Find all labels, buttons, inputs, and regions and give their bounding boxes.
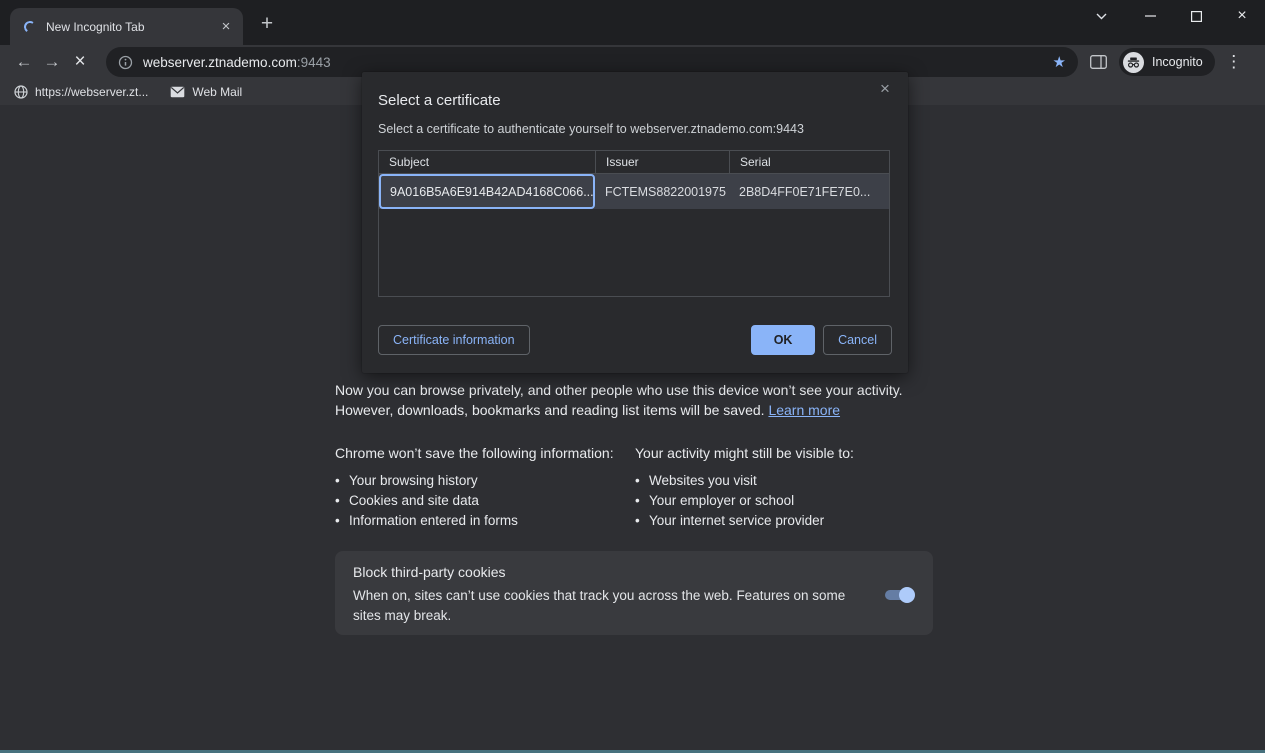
visible-to-column: Your activity might still be visible to:… <box>635 445 935 531</box>
visible-to-heading: Your activity might still be visible to: <box>635 445 935 461</box>
bullet-icon: • <box>335 491 349 511</box>
window-controls: × <box>1083 0 1265 32</box>
list-item: •Your browsing history <box>335 471 635 491</box>
block-cookies-card: Block third-party cookies When on, sites… <box>335 551 933 635</box>
new-tab-button[interactable]: + <box>254 12 280 38</box>
bullet-icon: • <box>335 511 349 531</box>
stop-loading-button[interactable]: × <box>66 51 94 73</box>
browser-window: New Incognito Tab × + × ← → × <box>0 0 1265 753</box>
block-cookies-title: Block third-party cookies <box>353 564 915 580</box>
bookmark-star-icon[interactable]: ★ <box>1053 53 1066 71</box>
incognito-icon <box>1123 52 1144 73</box>
bullet-icon: • <box>335 471 349 491</box>
mail-icon <box>170 86 185 98</box>
side-panel-icon[interactable] <box>1090 55 1107 69</box>
incognito-badge: Incognito <box>1119 48 1215 76</box>
dialog-buttons: Certificate information OK Cancel <box>378 325 892 355</box>
list-item-text: Cookies and site data <box>349 491 479 511</box>
learn-more-link[interactable]: Learn more <box>768 402 840 418</box>
cancel-button[interactable]: Cancel <box>823 325 892 355</box>
list-item-text: Your internet service provider <box>649 511 824 531</box>
page-info-icon[interactable] <box>118 55 133 70</box>
block-cookies-description: When on, sites can’t use cookies that tr… <box>353 586 865 626</box>
loading-spinner-icon <box>23 20 37 34</box>
browser-menu-button[interactable]: ⋮ <box>1225 52 1243 72</box>
bullet-icon: • <box>635 511 649 531</box>
column-header-subject: Subject <box>379 151 595 173</box>
back-button[interactable]: ← <box>10 52 38 72</box>
forward-button[interactable]: → <box>38 52 66 72</box>
cert-serial-cell[interactable]: 2B8D4FF0E71FE7E0... <box>729 174 889 209</box>
select-certificate-dialog: × Select a certificate Select a certific… <box>362 72 908 373</box>
url-port: :9443 <box>297 55 331 70</box>
certificate-information-button[interactable]: Certificate information <box>378 325 530 355</box>
globe-icon <box>14 85 28 99</box>
ok-button[interactable]: OK <box>751 325 815 355</box>
visible-to-list: •Websites you visit •Your employer or sc… <box>635 471 935 531</box>
incognito-label: Incognito <box>1152 55 1203 69</box>
wont-save-column: Chrome won’t save the following informat… <box>335 445 635 531</box>
list-item-text: Your employer or school <box>649 491 794 511</box>
list-item: •Cookies and site data <box>335 491 635 511</box>
bullet-icon: • <box>635 471 649 491</box>
dialog-subtitle: Select a certificate to authenticate you… <box>378 122 804 136</box>
list-item: •Websites you visit <box>635 471 935 491</box>
list-item-text: Websites you visit <box>649 471 757 491</box>
bookmark-label: Web Mail <box>192 85 242 99</box>
list-item: •Your internet service provider <box>635 511 935 531</box>
cert-issuer-cell[interactable]: FCTEMS8822001975 <box>595 174 729 209</box>
tab-title: New Incognito Tab <box>46 20 217 34</box>
tab-new-incognito[interactable]: New Incognito Tab × <box>10 8 243 45</box>
incognito-info-columns: Chrome won’t save the following informat… <box>335 445 935 531</box>
certificate-table: Subject Issuer Serial 9A016B5A6E914B42AD… <box>378 150 890 297</box>
block-cookies-toggle[interactable] <box>885 590 913 600</box>
window-close-icon: × <box>1237 7 1246 25</box>
column-header-serial: Serial <box>729 151 889 173</box>
minimize-button[interactable] <box>1127 0 1173 32</box>
dialog-title: Select a certificate <box>378 92 501 109</box>
bullet-icon: • <box>635 491 649 511</box>
bookmark-label: https://webserver.zt... <box>35 85 148 99</box>
list-item-text: Information entered in forms <box>349 511 518 531</box>
incognito-intro-text: Now you can browse privately, and other … <box>335 380 913 420</box>
window-close-button[interactable]: × <box>1219 0 1265 32</box>
cert-subject-cell[interactable]: 9A016B5A6E914B42AD4168C066... <box>379 174 595 209</box>
wont-save-heading: Chrome won’t save the following informat… <box>335 445 635 461</box>
list-item-text: Your browsing history <box>349 471 478 491</box>
url-text: webserver.ztnademo.com:9443 <box>143 55 331 70</box>
bookmark-webserver[interactable]: https://webserver.zt... <box>14 85 148 99</box>
certificate-table-header: Subject Issuer Serial <box>379 151 889 174</box>
tab-search-chevron-icon[interactable] <box>1083 0 1119 32</box>
tab-strip: New Incognito Tab × + × <box>0 0 1265 45</box>
list-item: •Your employer or school <box>635 491 935 511</box>
toggle-thumb <box>899 587 915 603</box>
list-item: •Information entered in forms <box>335 511 635 531</box>
dialog-close-icon[interactable]: × <box>875 79 895 99</box>
tab-close-button[interactable]: × <box>217 18 235 36</box>
url-host: webserver.ztnademo.com <box>143 55 297 70</box>
certificate-row-selected[interactable]: 9A016B5A6E914B42AD4168C066... FCTEMS8822… <box>379 174 889 209</box>
column-header-issuer: Issuer <box>595 151 729 173</box>
maximize-button[interactable] <box>1173 0 1219 32</box>
bookmark-webmail[interactable]: Web Mail <box>170 85 242 99</box>
wont-save-list: •Your browsing history •Cookies and site… <box>335 471 635 531</box>
